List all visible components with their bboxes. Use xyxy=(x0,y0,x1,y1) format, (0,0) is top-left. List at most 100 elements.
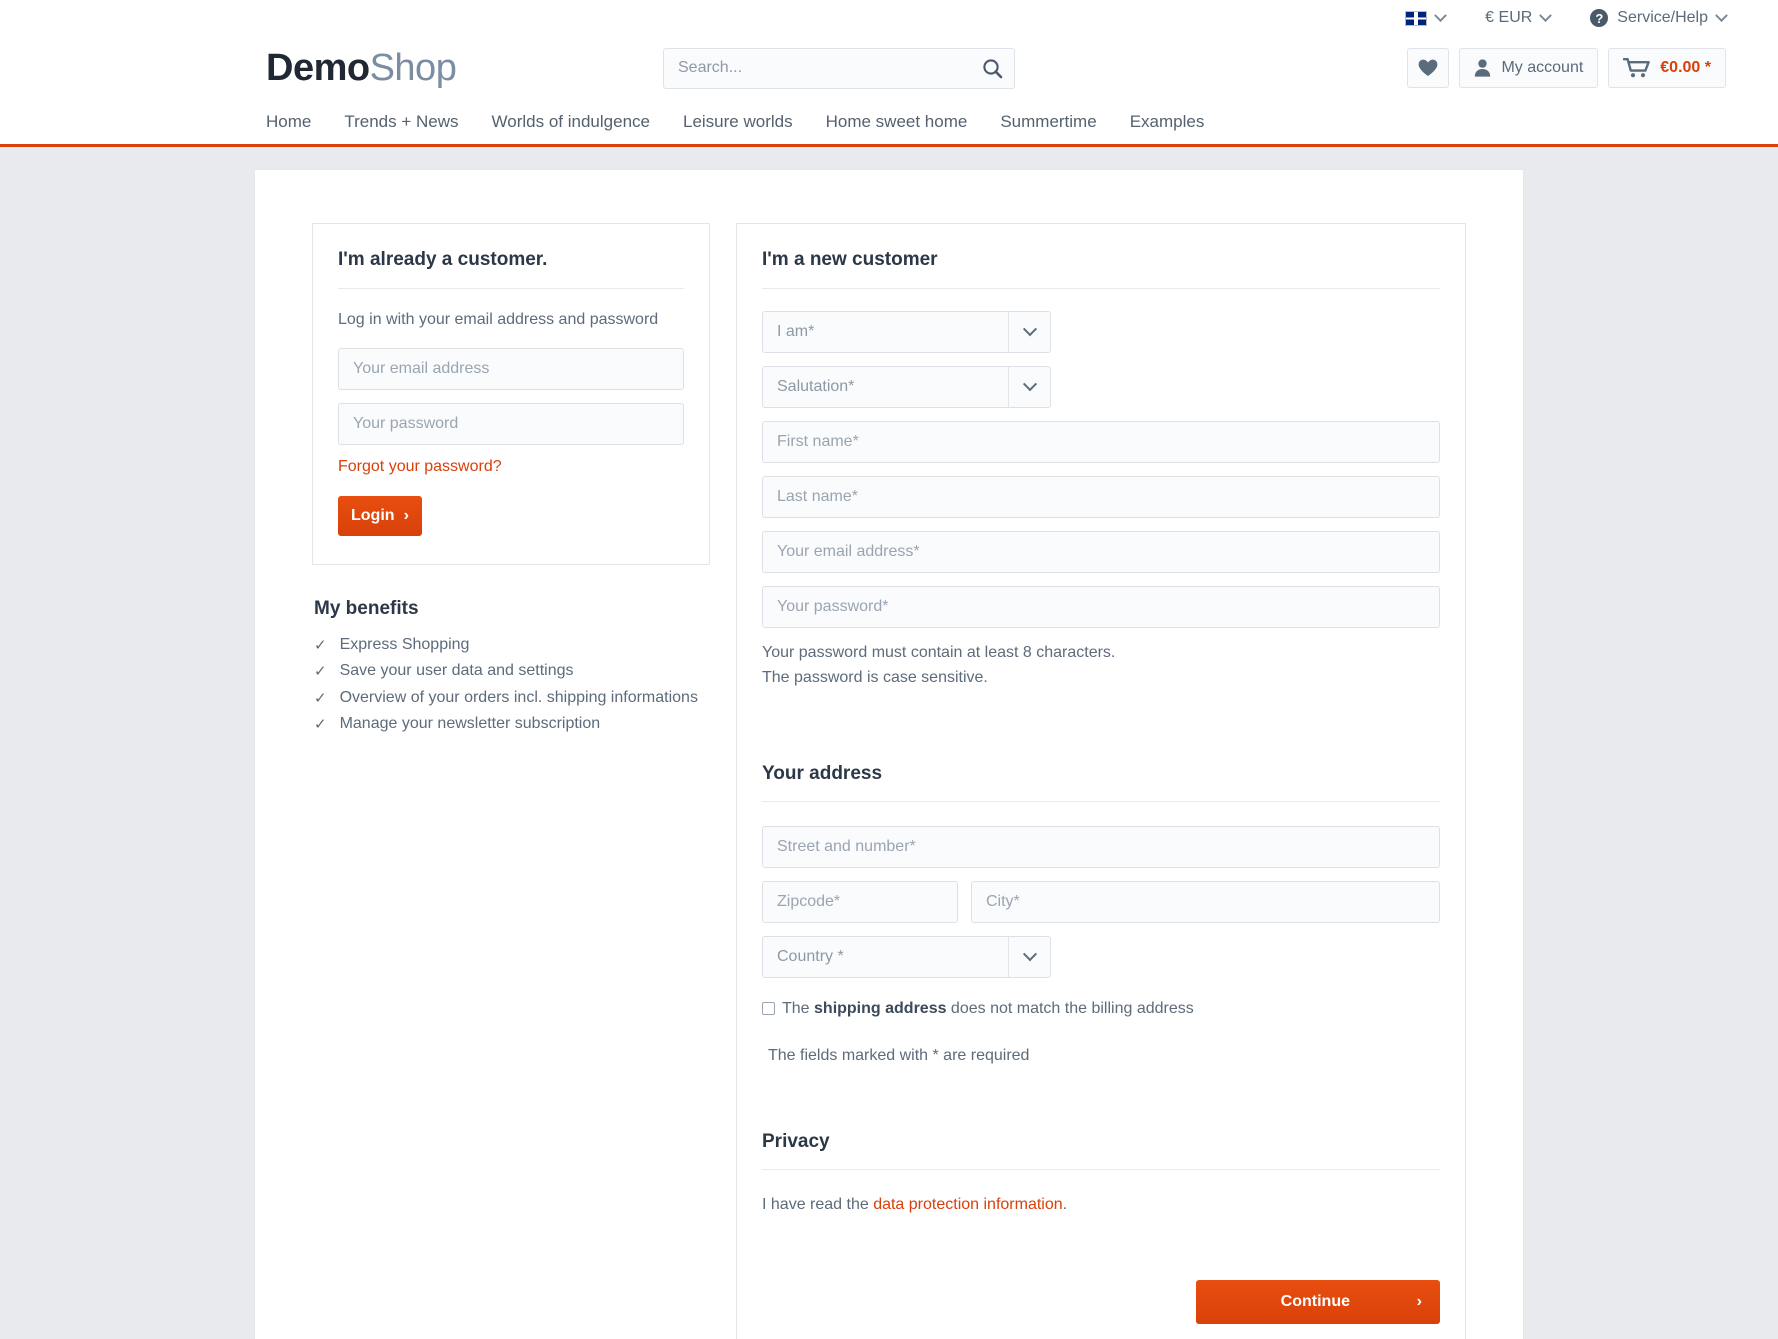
salutation-select-arrow[interactable] xyxy=(1008,367,1050,407)
benefit-item: ✓ Save your user data and settings xyxy=(312,662,710,682)
privacy-text: I have read the data protection informat… xyxy=(762,1196,1440,1214)
login-panel-title: I'm already a customer. xyxy=(338,249,684,289)
customer-type-select-value: I am* xyxy=(777,323,815,340)
help-icon: ? xyxy=(1590,9,1609,27)
benefit-label: Save your user data and settings xyxy=(339,662,574,680)
check-icon: ✓ xyxy=(314,663,327,681)
privacy-section-title: Privacy xyxy=(762,1131,1440,1170)
privacy-text-suffix: . xyxy=(1062,1195,1068,1213)
cart-amount-label: €0.00 * xyxy=(1660,59,1711,76)
cart-button[interactable]: €0.00 * xyxy=(1608,48,1726,88)
nav-item-leisure-worlds[interactable]: Leisure worlds xyxy=(683,112,793,132)
shipping-label-bold: shipping address xyxy=(814,999,947,1017)
shipping-address-checkbox-row[interactable]: The shipping address does not match the … xyxy=(762,1000,1440,1018)
registration-column: I'm a new customer I am* Salutation* Fir… xyxy=(736,223,1466,1339)
login-button[interactable]: Login › xyxy=(338,496,422,536)
search-box xyxy=(663,47,1015,89)
benefit-item: ✓ Overview of your orders incl. shipping… xyxy=(312,689,710,709)
chevron-right-icon: › xyxy=(1416,1292,1422,1310)
language-selector[interactable] xyxy=(1405,8,1448,26)
login-email-input[interactable] xyxy=(338,348,684,390)
benefit-label: Overview of your orders incl. shipping i… xyxy=(339,688,698,706)
content-container: I'm already a customer. Log in with your… xyxy=(254,169,1524,1339)
site-header: € EUR ? Service/Help DemoShop Search... … xyxy=(0,0,1778,147)
register-email-input[interactable] xyxy=(762,531,1440,573)
salutation-select[interactable]: Salutation* xyxy=(762,366,1051,408)
required-fields-note: The fields marked with * are required xyxy=(768,1046,1030,1064)
login-button-label: Login xyxy=(351,507,395,524)
last-name-input[interactable] xyxy=(762,476,1440,518)
logo-text-light: Shop xyxy=(369,47,457,89)
my-account-button[interactable]: My account xyxy=(1459,48,1599,88)
benefit-label: Express Shopping xyxy=(339,636,470,653)
login-column: I'm already a customer. Log in with your… xyxy=(312,223,710,1339)
site-logo[interactable]: DemoShop xyxy=(266,47,457,89)
customer-type-select-arrow[interactable] xyxy=(1008,312,1050,352)
cart-icon xyxy=(1623,58,1651,78)
privacy-text-prefix: I have read the xyxy=(762,1195,874,1213)
chevron-down-icon xyxy=(1022,377,1037,392)
user-icon xyxy=(1475,59,1491,77)
shipping-address-label: The shipping address does not match the … xyxy=(782,1000,1194,1018)
data-protection-link[interactable]: data protection information xyxy=(873,1196,1062,1213)
country-select-arrow[interactable] xyxy=(1008,936,1050,977)
header-actions: My account €0.00 * xyxy=(1407,48,1726,88)
check-icon: ✓ xyxy=(314,637,327,654)
first-name-input[interactable] xyxy=(762,421,1440,463)
password-hint-line-2: The password is case sensitive. xyxy=(762,668,988,686)
country-select[interactable]: Country * xyxy=(762,935,1051,978)
check-icon: ✓ xyxy=(314,689,327,707)
country-select-value: Country * xyxy=(777,947,844,965)
nav-item-home[interactable]: Home xyxy=(266,112,311,132)
topbar: € EUR ? Service/Help xyxy=(0,0,1778,36)
page-root: € EUR ? Service/Help DemoShop Search... … xyxy=(0,0,1778,1339)
currency-selector[interactable]: € EUR xyxy=(1485,8,1553,27)
zipcode-input[interactable] xyxy=(762,880,958,923)
address-section-title: Your address xyxy=(762,763,1440,802)
benefit-item: ✓ Express Shopping xyxy=(312,636,710,656)
register-password-input[interactable] xyxy=(762,586,1440,628)
shipping-label-suffix: does not match the billing address xyxy=(946,999,1194,1017)
chevron-down-icon xyxy=(1434,8,1448,22)
nav-item-examples[interactable]: Examples xyxy=(1130,112,1205,132)
registration-panel-title: I'm a new customer xyxy=(762,249,1440,289)
registration-panel: I'm a new customer I am* Salutation* Fir… xyxy=(736,223,1466,1339)
check-icon: ✓ xyxy=(314,715,327,733)
login-password-input[interactable] xyxy=(338,403,684,445)
address-section: Your address Country * The xyxy=(762,763,1440,1065)
service-help-label: Service/Help xyxy=(1617,9,1708,26)
search-button[interactable] xyxy=(970,49,1014,88)
search-icon xyxy=(982,58,1002,78)
continue-button[interactable]: Continue › xyxy=(1196,1279,1440,1324)
chevron-down-icon xyxy=(1715,8,1728,22)
nav-item-trends-news[interactable]: Trends + News xyxy=(344,112,458,132)
street-input[interactable] xyxy=(762,825,1440,868)
continue-button-label: Continue xyxy=(1280,1292,1350,1310)
forgot-password-link[interactable]: Forgot your password? xyxy=(338,458,502,475)
heart-icon xyxy=(1419,59,1438,76)
login-panel-subtitle: Log in with your email address and passw… xyxy=(338,311,659,328)
header-middle-bar: DemoShop Search... My account €0.00 * xyxy=(0,36,1778,100)
city-input[interactable] xyxy=(971,880,1440,923)
shipping-label-prefix: The xyxy=(782,999,815,1017)
nav-item-home-sweet-home[interactable]: Home sweet home xyxy=(826,112,968,132)
shipping-address-checkbox[interactable] xyxy=(762,1002,775,1016)
salutation-select-value: Salutation* xyxy=(777,378,855,395)
benefit-label: Manage your newsletter subscription xyxy=(339,714,601,732)
privacy-section: Privacy I have read the data protection … xyxy=(762,1131,1440,1214)
benefit-item: ✓ Manage your newsletter subscription xyxy=(312,715,710,735)
chevron-down-icon xyxy=(1539,8,1553,22)
chevron-down-icon xyxy=(1022,946,1037,961)
main-navigation: Home Trends + News Worlds of indulgence … xyxy=(0,100,1778,144)
nav-item-summertime[interactable]: Summertime xyxy=(1000,112,1096,132)
nav-item-worlds-of-indulgence[interactable]: Worlds of indulgence xyxy=(492,112,650,132)
password-hint-line-1: Your password must contain at least 8 ch… xyxy=(762,644,1116,661)
service-help-menu[interactable]: ? Service/Help xyxy=(1590,8,1728,27)
wishlist-button[interactable] xyxy=(1407,48,1450,88)
customer-type-select[interactable]: I am* xyxy=(762,311,1051,353)
zipcode-city-row xyxy=(762,880,1440,923)
my-account-label: My account xyxy=(1501,59,1584,76)
search-input[interactable] xyxy=(664,59,970,77)
logo-text-bold: Demo xyxy=(266,47,370,89)
login-panel: I'm already a customer. Log in with your… xyxy=(312,223,710,565)
